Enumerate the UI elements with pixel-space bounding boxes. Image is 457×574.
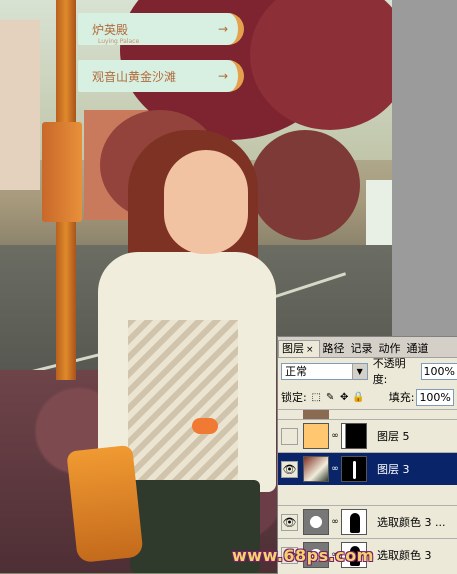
layer-name: 图层 3 (377, 463, 410, 476)
layer-thumbnail (303, 423, 329, 449)
layer-name: 选取颜色 3 ... (377, 516, 446, 529)
tab-history[interactable]: 记录 (348, 341, 376, 357)
adjustment-layer-icon (303, 509, 329, 535)
handbag (66, 444, 144, 564)
lock-transparency-icon[interactable]: ⬚ (311, 392, 322, 403)
signpost-box (42, 122, 82, 222)
link-icon: ∞ (331, 517, 339, 527)
woman-face (164, 150, 248, 254)
sign-second-text: 观音山黄金沙滩 (92, 69, 177, 84)
layers-panel: 图层 × 路径 记录 动作 通道 正常 ▼ 不透明度: 100% 锁定: ⬚ ✎ … (277, 336, 457, 574)
eye-icon[interactable]: 👁 (281, 513, 298, 531)
shirt-print (128, 320, 238, 480)
layer-thumbnail (303, 456, 329, 482)
lock-label: 锁定: (281, 391, 307, 404)
tab-layers-label: 图层 (282, 342, 304, 355)
tab-layers[interactable]: 图层 × (278, 340, 320, 357)
workspace-background (392, 0, 457, 336)
layer-row-partial[interactable] (278, 409, 457, 419)
lock-row: 锁定: ⬚ ✎ ✥ 🔒 填充: 100% (278, 386, 454, 408)
building (0, 20, 40, 190)
panel-tab-row: 图层 × 路径 记录 动作 通道 (278, 337, 457, 358)
sign-top-text: 炉英殿 (92, 22, 129, 37)
sign-top-subtext: Luying Palace (98, 38, 140, 45)
opacity-input[interactable]: 100% (420, 362, 457, 380)
tab-paths[interactable]: 路径 (320, 341, 348, 357)
opacity-label: 不透明度: (372, 357, 406, 386)
layer-mask-thumbnail (341, 456, 367, 482)
layer-name: 选取颜色 3 (377, 549, 432, 562)
tree (250, 130, 360, 240)
blend-mode-value: 正常 (285, 365, 307, 378)
bracelet (192, 418, 218, 434)
lock-all-icon[interactable]: 🔒 (352, 392, 364, 403)
close-icon[interactable]: × (304, 345, 316, 355)
layer-mask-thumbnail (341, 509, 367, 535)
blend-mode-select[interactable]: 正常 ▼ (281, 362, 368, 380)
arrow-right-icon: → (217, 69, 228, 83)
layer-row[interactable]: ∞ 图层 5 (278, 419, 457, 452)
link-icon: ∞ (331, 464, 339, 474)
layer-name: 图层 5 (377, 430, 410, 443)
link-icon: ∞ (331, 431, 339, 441)
sign-second: 观音山黄金沙滩 → (78, 60, 244, 92)
chevron-down-icon: ▼ (351, 363, 367, 379)
eye-icon[interactable]: 👁 (281, 460, 298, 478)
lock-position-icon[interactable]: ✥ (339, 392, 350, 403)
watermark: www.68ps.com (232, 546, 374, 565)
layer-row[interactable]: 👁 ∞ 选取颜色 3 ... (278, 505, 457, 538)
lock-pixels-icon[interactable]: ✎ (325, 392, 336, 403)
fill-label: 填充: (388, 391, 415, 404)
arrow-right-icon: → (217, 22, 228, 36)
blend-row: 正常 ▼ 不透明度: 100% (278, 357, 457, 386)
fill-input[interactable]: 100% (416, 388, 454, 406)
layer-mask-thumbnail (341, 423, 367, 449)
layer-row-selected[interactable]: 👁 ∞ 图层 3 (278, 452, 457, 485)
visibility-toggle[interactable] (281, 427, 298, 445)
layer-thumbnail (303, 410, 329, 419)
